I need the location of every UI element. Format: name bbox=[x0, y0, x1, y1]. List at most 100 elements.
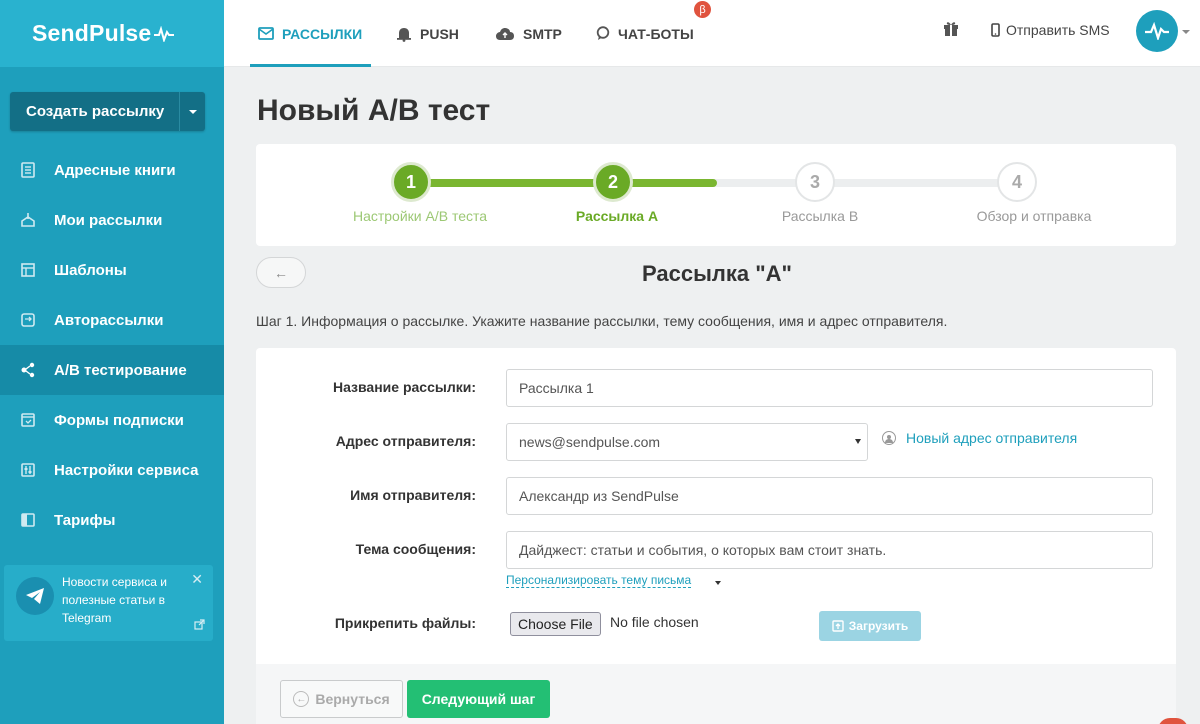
send-sms-link[interactable]: Отправить SMS bbox=[991, 0, 1110, 60]
step-1-circle[interactable]: 1 bbox=[391, 162, 431, 202]
sidebar-item-label: Формы подписки bbox=[54, 411, 184, 429]
subject-label: Тема сообщения: bbox=[355, 541, 476, 557]
sidebar-item-label: Адресные книги bbox=[54, 161, 176, 179]
tab-push[interactable]: PUSH bbox=[396, 0, 459, 67]
tab-smtp[interactable]: SMTP bbox=[495, 0, 562, 67]
upload-button[interactable]: Загрузить bbox=[819, 611, 921, 641]
cloud-upload-icon bbox=[495, 27, 515, 41]
attach-files-label: Прикрепить файлы: bbox=[334, 615, 476, 631]
active-tab-indicator bbox=[250, 64, 371, 67]
telegram-promo[interactable]: Новости сервиса и полезные статьи в Tele… bbox=[4, 565, 213, 641]
send-sms-label: Отправить SMS bbox=[1006, 22, 1110, 38]
step-2-circle: 2 bbox=[593, 162, 633, 202]
tab-campaigns[interactable]: РАССЫЛКИ bbox=[258, 0, 362, 67]
stepper-progress bbox=[413, 179, 717, 187]
ab-test-icon bbox=[19, 361, 37, 379]
pulse-icon bbox=[1145, 22, 1169, 40]
campaigns-icon bbox=[19, 211, 37, 229]
sidebar-item-pricing[interactable]: Тарифы bbox=[0, 495, 224, 545]
sidebar: SendPulse Создать рассылку Адресные книг… bbox=[0, 0, 224, 724]
step-1-label[interactable]: Настройки A/B теста bbox=[353, 208, 487, 224]
sender-name-input[interactable]: Александр из SendPulse bbox=[506, 477, 1153, 515]
sidebar-item-label: Мои рассылки bbox=[54, 211, 163, 229]
sender-address-value: news@sendpulse.com bbox=[519, 434, 661, 450]
automation-icon bbox=[19, 311, 37, 329]
sidebar-item-service-settings[interactable]: Настройки сервиса bbox=[0, 445, 224, 495]
bell-icon bbox=[396, 26, 412, 42]
chevron-down-icon bbox=[188, 109, 197, 114]
sidebar-nav: Адресные книги Мои рассылки Шаблоны Авто… bbox=[0, 145, 224, 545]
settings-icon bbox=[19, 461, 37, 479]
step-description: Шаг 1. Информация о рассылке. Укажите на… bbox=[256, 313, 948, 329]
telegram-icon bbox=[16, 577, 54, 615]
sidebar-item-label: Тарифы bbox=[54, 511, 116, 529]
sender-address-select[interactable]: news@sendpulse.com bbox=[506, 423, 868, 461]
arrow-left-icon: ← bbox=[293, 691, 310, 707]
create-campaign-button[interactable]: Создать рассылку bbox=[10, 92, 205, 131]
beta-badge: β bbox=[694, 1, 711, 18]
tab-label: ЧАТ-БОТЫ bbox=[618, 25, 694, 42]
step-4-circle: 4 bbox=[997, 162, 1037, 202]
sender-address-label: Адрес отправителя: bbox=[335, 433, 476, 449]
templates-icon bbox=[19, 261, 37, 279]
campaign-name-input[interactable]: Рассылка 1 bbox=[506, 369, 1153, 407]
logo-bar: SendPulse bbox=[0, 0, 224, 67]
sidebar-item-label: Шаблоны bbox=[54, 261, 127, 279]
tab-chatbots[interactable]: ЧАТ-БОТЫ bbox=[596, 0, 694, 67]
pricing-icon bbox=[19, 511, 37, 529]
sender-name-label: Имя отправителя: bbox=[350, 487, 476, 503]
telegram-promo-text: Новости сервиса и полезные статьи в Tele… bbox=[62, 575, 167, 625]
forms-icon bbox=[19, 411, 37, 429]
back-button-label: Вернуться bbox=[315, 691, 390, 707]
avatar[interactable] bbox=[1136, 10, 1178, 52]
logo-text: SendPulse bbox=[32, 20, 152, 46]
logo[interactable]: SendPulse bbox=[32, 20, 175, 47]
choose-file-button[interactable]: Choose File bbox=[510, 612, 601, 636]
sidebar-item-label: Настройки сервиса bbox=[54, 461, 199, 479]
phone-icon bbox=[991, 23, 1000, 37]
step-2-label: Рассылка A bbox=[575, 208, 659, 224]
new-sender-address-link[interactable]: Новый адрес отправителя bbox=[882, 430, 1077, 446]
chevron-down-icon[interactable] bbox=[715, 581, 721, 585]
create-campaign-dropdown[interactable] bbox=[179, 92, 205, 131]
subject-input[interactable]: Дайджест: статьи и события, о которых ва… bbox=[506, 531, 1153, 569]
campaign-form: Название рассылки: Рассылка 1 Адрес отпр… bbox=[256, 348, 1176, 668]
stepper: 1 2 3 4 Настройки A/B теста Рассылка A Р… bbox=[256, 144, 1176, 246]
step-3-circle: 3 bbox=[795, 162, 835, 202]
tab-label: PUSH bbox=[420, 25, 459, 42]
new-sender-address-label: Новый адрес отправителя bbox=[906, 430, 1078, 446]
sidebar-item-address-books[interactable]: Адресные книги bbox=[0, 145, 224, 195]
sidebar-item-automation[interactable]: Авторассылки bbox=[0, 295, 224, 345]
user-icon bbox=[882, 431, 896, 445]
campaign-name-label: Название рассылки: bbox=[332, 379, 476, 395]
address-book-icon bbox=[19, 161, 37, 179]
top-bar: РАССЫЛКИ PUSH SMTP ЧАТ-БОТЫ β Отправить … bbox=[224, 0, 1200, 67]
back-arrow-button[interactable]: ← bbox=[256, 257, 306, 288]
upload-label: Загрузить bbox=[848, 619, 909, 633]
step-3-label: Рассылка B bbox=[781, 208, 859, 224]
page-title: Новый A/B тест bbox=[257, 94, 491, 127]
section-title-text: Рассылка "A" bbox=[642, 261, 792, 286]
sidebar-item-my-campaigns[interactable]: Мои рассылки bbox=[0, 195, 224, 245]
pulse-icon bbox=[154, 25, 175, 42]
chat-icon bbox=[596, 26, 610, 41]
personalize-subject-link[interactable]: Персонализировать тему письма bbox=[506, 573, 692, 588]
tab-label: SMTP bbox=[523, 25, 562, 42]
chevron-down-icon bbox=[855, 439, 861, 444]
chevron-down-icon[interactable] bbox=[1182, 30, 1190, 34]
back-button[interactable]: ← Вернуться bbox=[280, 680, 403, 718]
sidebar-item-subscription-forms[interactable]: Формы подписки bbox=[0, 395, 224, 445]
gift-icon[interactable] bbox=[943, 20, 959, 42]
tab-label: РАССЫЛКИ bbox=[282, 25, 363, 42]
upload-icon bbox=[832, 620, 844, 632]
envelope-icon bbox=[258, 27, 274, 40]
next-step-button[interactable]: Следующий шаг bbox=[407, 680, 550, 718]
sidebar-item-templates[interactable]: Шаблоны bbox=[0, 245, 224, 295]
step-4-label: Обзор и отправка bbox=[976, 208, 1092, 224]
sidebar-item-ab-testing[interactable]: A/B тестирование bbox=[0, 345, 224, 395]
sidebar-item-label: A/B тестирование bbox=[54, 361, 187, 379]
no-file-chosen-text: No file chosen bbox=[610, 614, 699, 630]
external-link-icon[interactable] bbox=[194, 617, 205, 635]
sidebar-item-label: Авторассылки bbox=[54, 311, 164, 329]
close-icon[interactable]: ✕ bbox=[191, 571, 203, 588]
